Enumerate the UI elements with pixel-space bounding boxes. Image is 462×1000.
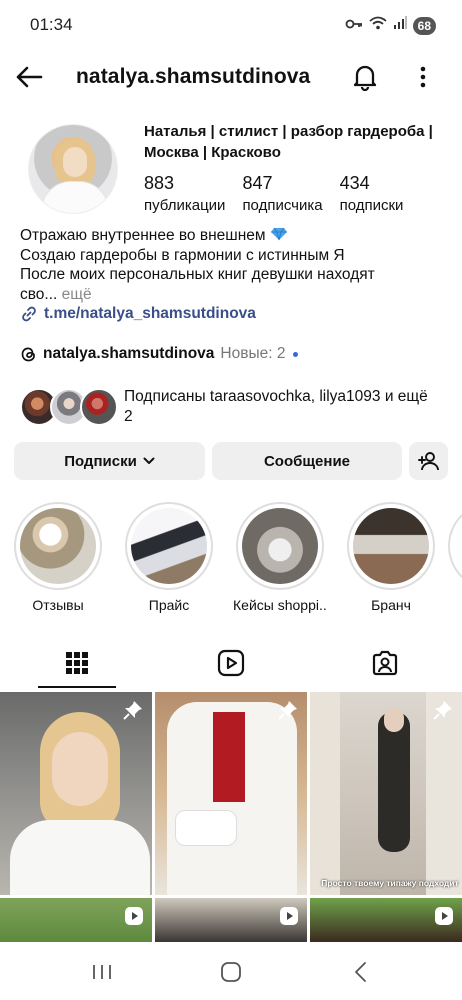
stat-posts-label: публикации [144, 197, 226, 214]
post-tile[interactable] [155, 898, 307, 942]
status-icons: 68 [345, 16, 436, 35]
status-time: 01:34 [30, 15, 73, 34]
tab-tagged[interactable] [308, 636, 462, 690]
stat-following-label: подписки [339, 197, 404, 214]
bio-line-4: сво... [20, 285, 58, 303]
post-tile[interactable] [0, 692, 152, 895]
profile-full-name: Наталья | стилист | разбор гардероба | М… [144, 123, 433, 161]
more-vertical-icon [420, 66, 426, 88]
highlight-label: Кейсы shoppi... [233, 597, 327, 613]
post-tile[interactable]: Просто твоему типажу подходит [310, 692, 462, 895]
link-icon [22, 306, 36, 322]
add-person-icon [417, 452, 439, 471]
bio-line-2: Создаю гардеробы в гармонии с истинным Я [20, 246, 345, 264]
profile-link-text[interactable]: t.me/natalya_shamsutdinova [44, 305, 256, 323]
grid-icon [66, 652, 88, 674]
gem-icon [270, 227, 288, 244]
chevron-down-icon [143, 457, 155, 464]
profile-stats: 883 публикации 847 подписчика 434 подпис… [144, 172, 454, 217]
system-nav-bar [0, 944, 462, 1000]
highlight-label: Отзывы [32, 597, 84, 613]
status-bar: 01:34 68 [0, 0, 462, 52]
message-button-label: Сообщение [263, 452, 351, 470]
post-tile[interactable] [310, 898, 462, 942]
threads-dot-indicator [293, 351, 299, 357]
tagged-icon [372, 650, 398, 676]
post-tile[interactable] [155, 692, 307, 895]
pin-icon [278, 701, 297, 720]
nav-back-icon [355, 962, 366, 982]
followed-by-text: Подписаны taraasovochka, lilya1093 и ещё… [124, 388, 428, 425]
stat-posts-value: 883 [144, 173, 175, 193]
nav-back-button[interactable] [340, 956, 380, 988]
profile-tabs [0, 636, 462, 690]
back-arrow-icon [16, 66, 43, 88]
highlight-partial[interactable] [448, 502, 462, 590]
bio-line-3: После моих персональных книг девушки нах… [20, 266, 375, 283]
threads-username: natalya.shamsutdinova [43, 345, 215, 362]
bell-icon [353, 65, 377, 91]
highlight-price[interactable]: Прайс [122, 502, 216, 613]
stat-followers-value: 847 [242, 173, 273, 193]
nav-home-button[interactable] [211, 956, 251, 988]
followed-by-names: taraasovochka, lilya1093 [209, 388, 381, 405]
mutual-avatar-3 [80, 388, 118, 426]
pin-icon [433, 701, 452, 720]
recents-icon [93, 965, 111, 979]
reels-icon [217, 649, 245, 677]
following-button-label: Подписки [64, 452, 137, 470]
post-caption-overlay: Просто твоему типажу подходит [321, 878, 459, 888]
reel-icon [435, 907, 453, 925]
nav-recents-button[interactable] [82, 956, 122, 988]
notifications-button[interactable] [348, 60, 382, 94]
highlight-shopping-cases[interactable]: Кейсы shoppi... [233, 502, 327, 613]
stat-followers[interactable]: 847 подписчика [242, 172, 322, 217]
tab-reels[interactable] [154, 636, 308, 690]
reel-icon [280, 907, 298, 925]
active-tab-indicator [38, 686, 116, 688]
posts-grid: Просто твоему типажу подходит [0, 692, 462, 942]
profile-link[interactable]: t.me/natalya_shamsutdinova [20, 305, 256, 323]
message-button[interactable]: Сообщение [212, 442, 402, 480]
tab-posts-grid[interactable] [0, 636, 154, 690]
profile-header: natalya.shamsutdinova [0, 54, 462, 100]
stat-following-value: 434 [339, 173, 370, 193]
reel-icon [125, 907, 143, 925]
threads-badge[interactable]: natalya.shamsutdinova Новые: 2 [20, 345, 299, 363]
suggest-people-button[interactable] [409, 442, 448, 480]
battery-indicator: 68 [412, 16, 436, 35]
stat-posts[interactable]: 883 публикации [144, 172, 225, 217]
highlight-label: Прайс [148, 597, 190, 613]
key-icon [345, 17, 363, 35]
highlight-brunch[interactable]: Бранч [344, 502, 438, 613]
bio-line-1: Отражаю внутреннее во внешнем [20, 227, 266, 244]
signal-icon [393, 16, 407, 35]
highlight-label: Бранч [371, 597, 411, 613]
followed-by[interactable]: Подписаны taraasovochka, lilya1093 и ещё… [20, 387, 440, 427]
back-button[interactable] [12, 60, 46, 94]
header-username: natalya.shamsutdinova [76, 65, 311, 88]
pin-icon [123, 701, 142, 720]
threads-new-count: Новые: 2 [220, 345, 286, 362]
wifi-icon [369, 16, 387, 35]
bio-more-link[interactable]: ещё [62, 286, 92, 303]
profile-actions: Подписки Сообщение [14, 442, 448, 480]
following-button[interactable]: Подписки [14, 442, 205, 480]
more-options-button[interactable] [406, 60, 440, 94]
profile-bio: Отражаю внутреннее во внешнем Создаю гар… [20, 226, 440, 304]
post-tile[interactable] [0, 898, 152, 942]
threads-icon [21, 347, 35, 362]
profile-avatar[interactable] [28, 124, 118, 214]
story-highlights: Отзывы Прайс Кейсы shoppi... Бранч [0, 502, 462, 620]
stat-followers-label: подписчика [242, 197, 323, 214]
home-icon [221, 962, 241, 982]
stat-following[interactable]: 434 подписки [340, 172, 404, 217]
highlight-reviews[interactable]: Отзывы [11, 502, 105, 613]
